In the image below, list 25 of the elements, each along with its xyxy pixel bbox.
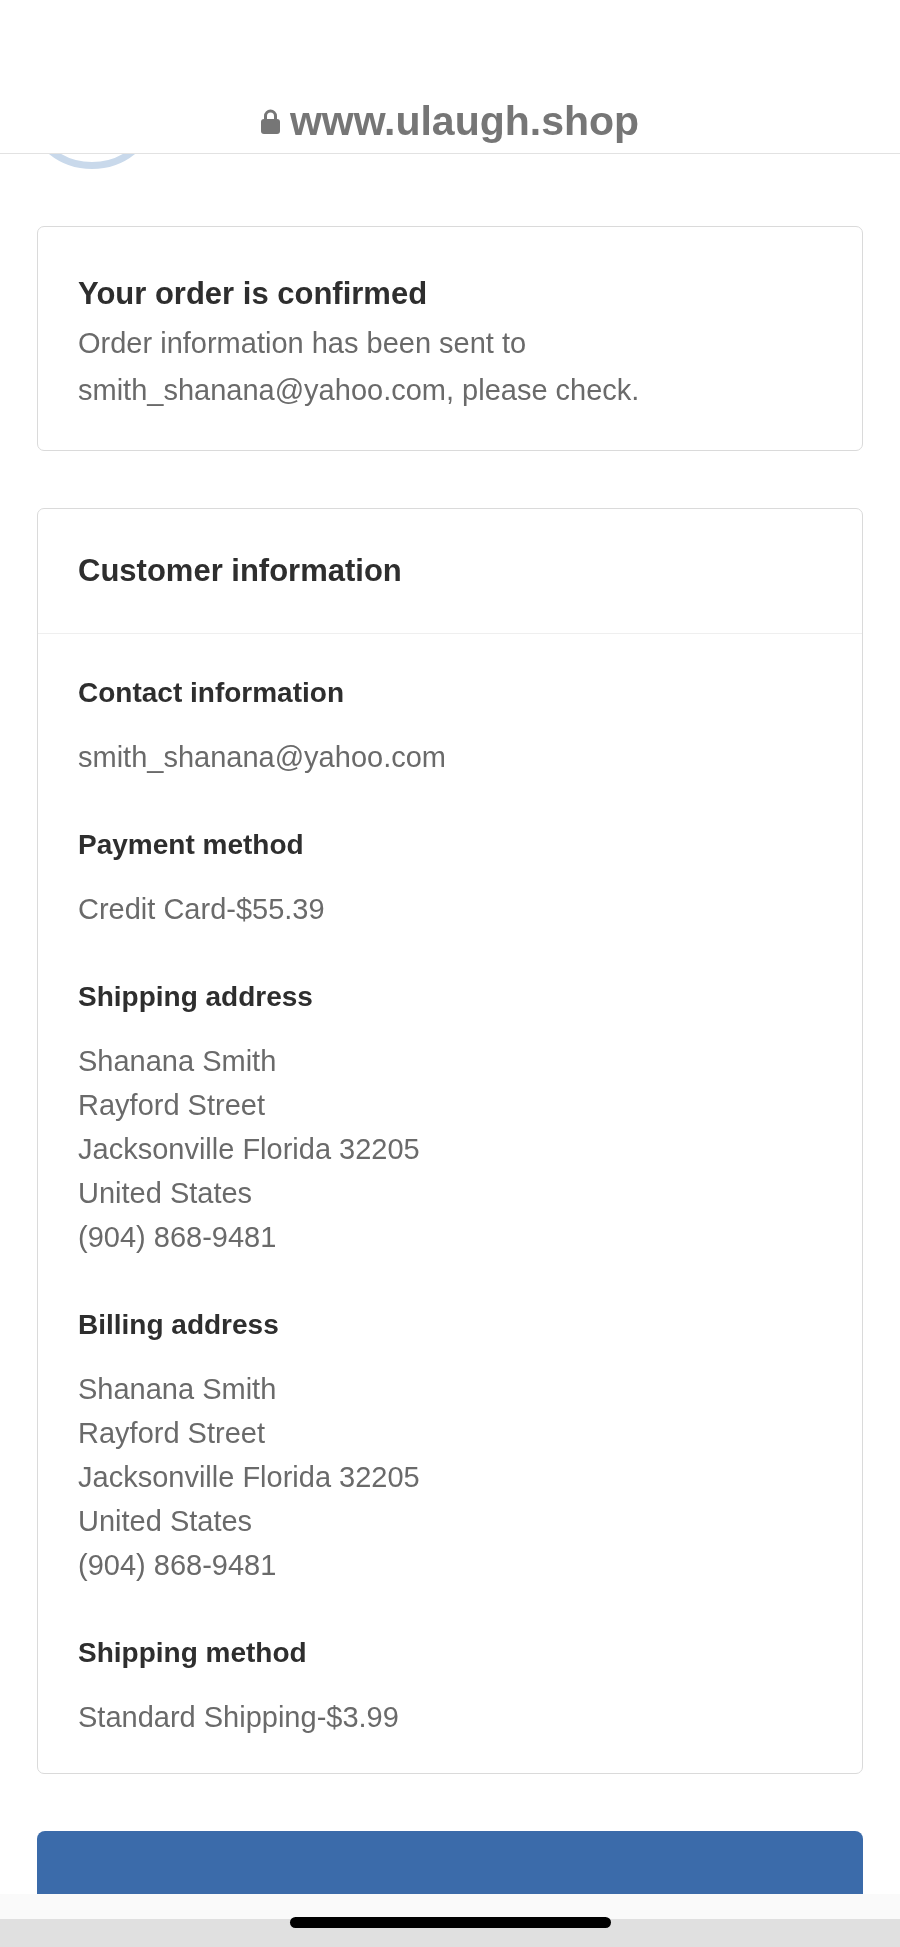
detail-text: Standard Shipping-$3.99 [78, 1700, 400, 1735]
section-heading: Shipping method [78, 1636, 308, 1670]
detail-text: Rayford Street [78, 1088, 266, 1123]
detail-text: United States [78, 1176, 254, 1211]
section-heading: Contact information [78, 676, 345, 710]
detail-text: Shanana Smith [78, 1372, 278, 1407]
detail-text: Jacksonville Florida 32205 [78, 1460, 421, 1495]
detail-text: Rayford Street [78, 1416, 266, 1451]
order-confirmed-title: Your order is confirmed [78, 276, 429, 312]
detail-text: Shanana Smith [78, 1044, 278, 1079]
detail-text: Jacksonville Florida 32205 [78, 1132, 421, 1167]
section-heading: Billing address [78, 1308, 280, 1342]
section-heading: Shipping address [78, 980, 314, 1014]
detail-text: United States [78, 1504, 254, 1539]
url-text: www.ulaugh.shop [289, 99, 640, 143]
section-heading: Payment method [78, 828, 305, 862]
ring-icon [47, 154, 137, 169]
action-button[interactable] [37, 1831, 863, 1894]
detail-text: smith_shanana@yahoo.com [78, 740, 447, 775]
detail-text: Credit Card-$55.39 [78, 892, 326, 927]
confirmation-message: Order information has been sent to smith_shanana@yahoo.com, please check. [78, 326, 641, 408]
lock-icon [260, 109, 280, 134]
detail-text: (904) 868-9481 [78, 1548, 278, 1583]
card-title: Customer information [78, 553, 402, 589]
detail-text: (904) 868-9481 [78, 1220, 278, 1255]
